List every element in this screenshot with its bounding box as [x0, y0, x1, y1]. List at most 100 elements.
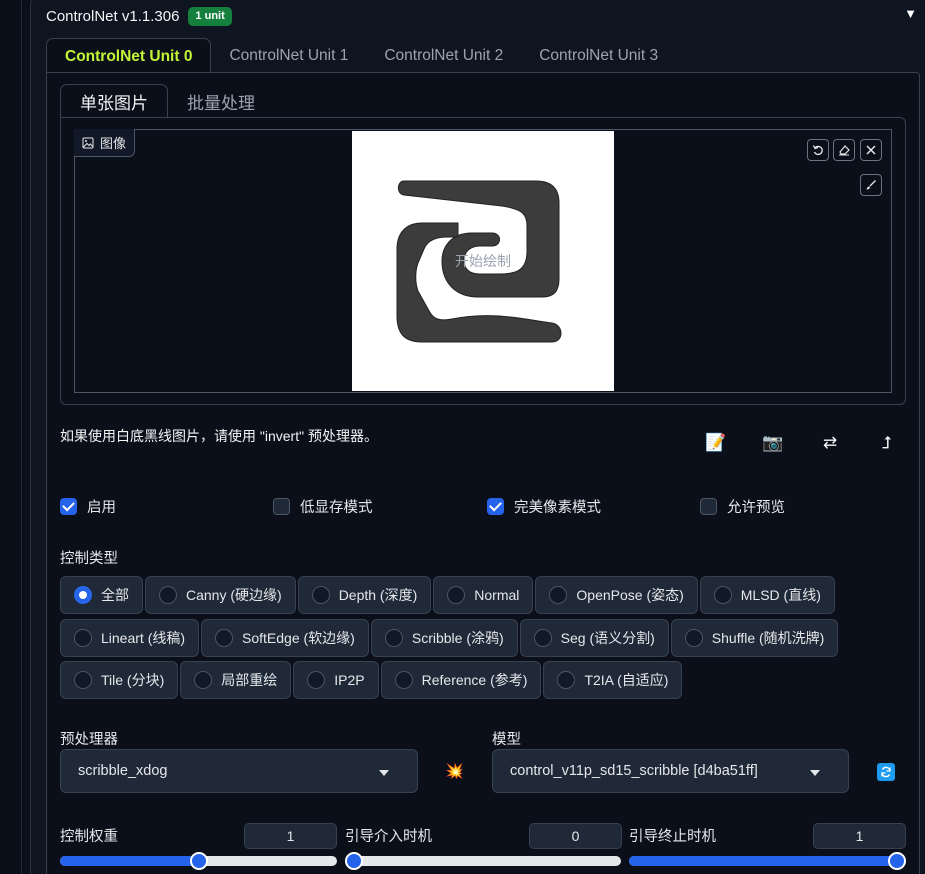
tab-unit-2[interactable]: ControlNet Unit 2: [366, 38, 521, 74]
control-type-row-3: Tile (分块) 局部重绘 IP2P Reference (参考) T2IA …: [60, 661, 683, 699]
tab-unit-3[interactable]: ControlNet Unit 3: [521, 38, 676, 74]
radio-dot[interactable]: [549, 586, 568, 604]
radio-t2ia[interactable]: T2IA (自适应): [543, 661, 683, 699]
radio-label: Seg (语义分割): [560, 630, 655, 646]
eraser-icon: [839, 145, 850, 156]
tab-unit-1[interactable]: ControlNet Unit 1: [211, 38, 366, 74]
radio-reference[interactable]: Reference (参考): [380, 661, 542, 699]
notepad-icon[interactable]: 📝: [705, 432, 727, 454]
model-dropdown[interactable]: control_v11p_sd15_scribble [d4ba51ff]: [492, 749, 849, 793]
radio-scribble[interactable]: Scribble (涂鸦): [370, 619, 518, 657]
radio-dot[interactable]: [74, 671, 92, 689]
left-edge-panel: [0, 0, 22, 874]
tab-single-image[interactable]: 单张图片: [60, 84, 168, 118]
radio-mlsd[interactable]: MLSD (直线): [699, 576, 835, 614]
radio-dot[interactable]: [194, 671, 213, 689]
guidance-start-label: 引导介入时机: [345, 829, 432, 845]
radio-label: Shuffle (随机洗牌): [711, 630, 825, 646]
invert-hint: 如果使用白底黑线图片，请使用 "invert" 预处理器。: [60, 428, 378, 444]
radio-openpose[interactable]: OpenPose (姿态): [535, 576, 698, 614]
radio-dot[interactable]: [533, 629, 552, 647]
model-label: 模型: [492, 732, 521, 748]
slider-fill: [60, 856, 199, 866]
control-type-row-1: 全部 Canny (硬边缘) Depth (深度) Normal OpenPos…: [60, 576, 835, 614]
guidance-end-input[interactable]: 1: [813, 823, 906, 849]
allow-preview-label: 允许预览: [727, 500, 785, 516]
unit-count-badge: 1 unit: [188, 6, 232, 26]
preprocessor-dropdown[interactable]: scribble_xdog: [60, 749, 418, 793]
radio-normal[interactable]: Normal: [433, 576, 534, 614]
radio-dot[interactable]: [74, 629, 92, 647]
run-preprocessor-icon[interactable]: 💥: [445, 762, 465, 782]
radio-softedge[interactable]: SoftEdge (软边缘): [201, 619, 369, 657]
eraser-button[interactable]: [833, 139, 855, 161]
radio-label: SoftEdge (软边缘): [242, 630, 355, 646]
control-type-row-2: Lineart (线稿) SoftEdge (软边缘) Scribble (涂鸦…: [60, 619, 839, 657]
unit-tabs: ControlNet Unit 0 ControlNet Unit 1 Cont…: [46, 38, 676, 74]
clear-image-button[interactable]: [860, 139, 882, 161]
camera-icon[interactable]: 📷: [762, 432, 784, 454]
send-dimensions-icon[interactable]: ⮥: [876, 432, 898, 454]
undo-button[interactable]: [807, 139, 829, 161]
radio-dot[interactable]: [311, 586, 330, 604]
slider-thumb[interactable]: [190, 852, 208, 870]
radio-seg[interactable]: Seg (语义分割): [519, 619, 669, 657]
radio-depth[interactable]: Depth (深度): [297, 576, 432, 614]
guidance-start-input[interactable]: 0: [529, 823, 622, 849]
radio-dot[interactable]: [684, 629, 703, 647]
radio-shuffle[interactable]: Shuffle (随机洗牌): [670, 619, 839, 657]
tab-unit-0[interactable]: ControlNet Unit 0: [46, 38, 212, 74]
low-vram-label: 低显存模式: [300, 500, 373, 516]
radio-dot[interactable]: [215, 629, 234, 647]
refresh-models-button[interactable]: [877, 763, 895, 781]
chevron-down-icon: [379, 770, 389, 776]
radio-lineart[interactable]: Lineart (线稿): [60, 619, 200, 657]
radio-dot[interactable]: [394, 671, 413, 689]
preprocessor-value: scribble_xdog: [78, 763, 168, 779]
radio-label: Depth (深度): [338, 587, 418, 603]
close-icon: [866, 145, 876, 155]
slider-thumb[interactable]: [888, 852, 906, 870]
radio-dot[interactable]: [557, 671, 576, 689]
pixel-perfect-label: 完美像素模式: [514, 500, 601, 516]
swap-icon[interactable]: ⇄: [819, 432, 841, 454]
radio-tile[interactable]: Tile (分块): [60, 661, 179, 699]
input-mode-tabs: 单张图片 批量处理: [60, 84, 274, 118]
accordion-header[interactable]: ControlNet v1.1.306 1 unit: [46, 4, 232, 28]
control-weight-input[interactable]: 1: [244, 823, 337, 849]
collapse-icon[interactable]: ▼: [904, 6, 917, 21]
radio-dot[interactable]: [384, 629, 403, 647]
guidance-start-slider[interactable]: [345, 852, 621, 870]
control-weight-slider[interactable]: [60, 852, 337, 870]
radio-all[interactable]: 全部: [60, 576, 143, 614]
pixel-perfect-checkbox-box[interactable]: [487, 498, 504, 515]
radio-dot[interactable]: [713, 586, 732, 604]
guidance-end-label: 引导终止时机: [629, 829, 716, 845]
radio-inpaint[interactable]: 局部重绘: [180, 661, 292, 699]
allow-preview-checkbox-box[interactable]: [700, 498, 717, 515]
radio-label: 局部重绘: [221, 672, 278, 688]
image-canvas[interactable]: 开始绘制: [352, 131, 614, 391]
pixel-perfect-checkbox[interactable]: 完美像素模式: [487, 496, 601, 517]
radio-canny[interactable]: Canny (硬边缘): [145, 576, 296, 614]
radio-label: T2IA (自适应): [584, 672, 669, 688]
guidance-end-slider[interactable]: [629, 852, 906, 870]
radio-label: Tile (分块): [101, 672, 165, 688]
enable-checkbox[interactable]: 启用: [60, 496, 116, 517]
radio-dot[interactable]: [307, 671, 326, 689]
radio-dot[interactable]: [74, 586, 92, 604]
allow-preview-checkbox[interactable]: 允许预览: [700, 496, 785, 517]
radio-ip2p[interactable]: IP2P: [293, 661, 379, 699]
low-vram-checkbox[interactable]: 低显存模式: [273, 496, 373, 517]
image-label: 图像: [74, 129, 136, 157]
brush-icon: [866, 180, 876, 190]
radio-label: Lineart (线稿): [101, 630, 186, 646]
brush-button[interactable]: [860, 174, 882, 196]
radio-label: IP2P: [334, 672, 365, 688]
tab-batch[interactable]: 批量处理: [168, 84, 274, 118]
low-vram-checkbox-box[interactable]: [273, 498, 290, 515]
enable-checkbox-box[interactable]: [60, 498, 77, 515]
radio-dot[interactable]: [447, 586, 466, 604]
radio-dot[interactable]: [159, 586, 177, 604]
slider-thumb[interactable]: [345, 852, 363, 870]
